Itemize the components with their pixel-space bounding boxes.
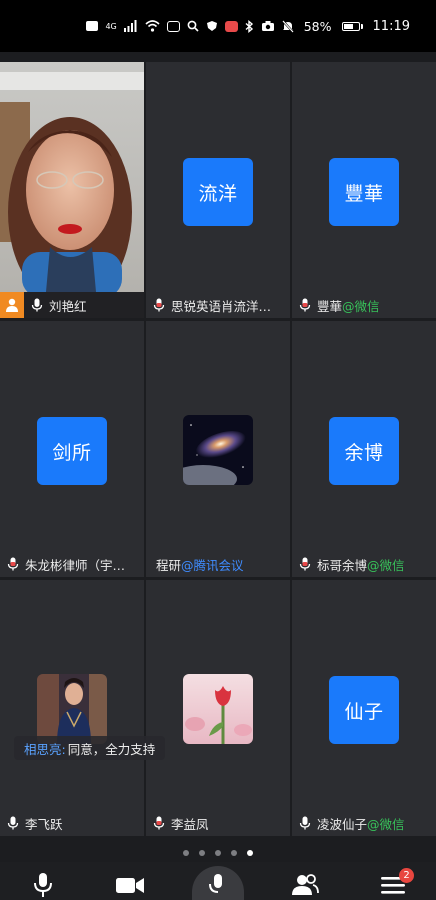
participant-tile[interactable]: 李飞跃 <box>0 580 144 836</box>
participants-button[interactable] <box>290 870 320 900</box>
mic-active-icon <box>7 816 19 830</box>
chat-message-bubble[interactable]: 相思亮: 同意，全力支持 <box>14 736 166 760</box>
app-alert-icon <box>224 20 238 32</box>
participant-name: 标哥余博 <box>317 557 368 573</box>
participant-namebar: 李益凤 <box>146 810 290 836</box>
tulip-avatar-image <box>183 674 253 744</box>
mic-active-icon <box>299 816 311 830</box>
share-icon <box>209 874 222 893</box>
portrait-avatar-image <box>37 674 107 744</box>
status-icons: 4G <box>86 19 294 33</box>
participant-source-tag: @微信 <box>367 557 405 573</box>
participant-name: 思锐英语肖流洋… <box>171 298 272 314</box>
participant-grid: 刘艳红 流洋 思锐英语肖流洋… 豐華 豐華 @微信 剑所 朱龙彬律师（宇… 程研… <box>0 62 436 836</box>
page-dot[interactable] <box>183 850 189 856</box>
participant-tile[interactable]: 豐華 豐華 @微信 <box>292 62 436 318</box>
bluetooth-icon <box>245 19 253 33</box>
network-label: 4G <box>105 21 117 31</box>
participant-video <box>0 62 144 292</box>
participant-source-tag: @微信 <box>367 816 405 832</box>
participant-avatar: 流洋 <box>183 158 253 226</box>
share-button[interactable] <box>192 866 244 900</box>
mic-active-icon <box>31 298 43 312</box>
participant-namebar: 豐華 @微信 <box>292 292 436 318</box>
participant-namebar: 程研 @腾讯会议 <box>146 551 290 577</box>
mic-muted-icon <box>153 816 165 830</box>
participant-namebar: 凌波仙子 @微信 <box>292 810 436 836</box>
mic-icon <box>34 873 52 897</box>
menu-notification-badge: 2 <box>399 868 414 883</box>
mute-icon <box>281 19 294 33</box>
participant-namebar: 标哥余博 @微信 <box>292 551 436 577</box>
chat-sender: 相思亮: <box>24 741 66 757</box>
participant-namebar: 李飞跃 <box>0 810 144 836</box>
participant-name: 李飞跃 <box>25 816 63 832</box>
page-dot[interactable] <box>199 850 205 856</box>
participant-name: 李益凤 <box>171 816 209 832</box>
battery-icon <box>341 21 363 31</box>
participant-name: 豐華 <box>317 298 343 314</box>
participants-icon <box>292 874 319 895</box>
participant-tile[interactable]: 剑所 朱龙彬律师（宇… <box>0 321 144 577</box>
video-toggle-button[interactable] <box>115 870 145 900</box>
participant-avatar: 余博 <box>329 417 399 485</box>
host-icon <box>6 298 18 312</box>
page-dot[interactable] <box>215 850 221 856</box>
page-dot-active[interactable] <box>247 850 253 856</box>
participant-tile[interactable]: 李益凤 <box>146 580 290 836</box>
participant-tile[interactable]: 流洋 思锐英语肖流洋… <box>146 62 290 318</box>
more-menu-button[interactable]: 2 <box>378 868 414 900</box>
video-camera-icon <box>116 878 144 893</box>
participant-namebar: 思锐英语肖流洋… <box>146 292 290 318</box>
signal-icon <box>123 20 137 32</box>
galaxy-avatar-image <box>183 415 253 485</box>
mic-muted-icon <box>153 298 165 312</box>
mic-muted-icon <box>7 557 19 571</box>
participant-namebar: 朱龙彬律师（宇… <box>0 551 144 577</box>
participant-source-tag: @微信 <box>342 298 380 314</box>
hd-icon <box>86 21 99 31</box>
host-badge <box>0 292 24 318</box>
participant-avatar: 仙子 <box>329 676 399 744</box>
participant-name: 朱龙彬律师（宇… <box>25 557 126 573</box>
participant-tile[interactable]: 程研 @腾讯会议 <box>146 321 290 577</box>
participant-name: 刘艳红 <box>49 298 87 314</box>
participant-namebar: 刘艳红 <box>0 292 144 318</box>
participant-avatar: 剑所 <box>37 417 107 485</box>
chat-text: 同意，全力支持 <box>67 741 156 757</box>
participant-tile[interactable]: 仙子 凌波仙子 @微信 <box>292 580 436 836</box>
participant-tile[interactable]: 余博 标哥余博 @微信 <box>292 321 436 577</box>
participant-name: 程研 <box>156 557 182 573</box>
wifi-icon <box>145 20 160 32</box>
mic-muted-icon <box>299 298 311 312</box>
meeting-toolbar: 2 <box>0 862 436 900</box>
status-bar: 4G 58% 11:19 <box>0 0 436 52</box>
notification-icon <box>166 20 180 32</box>
participant-tile[interactable]: 刘艳红 <box>0 62 144 318</box>
battery-percent: 58% <box>303 18 332 34</box>
search-app-icon <box>187 20 199 32</box>
mic-muted-icon <box>299 557 311 571</box>
clock: 11:19 <box>372 18 410 34</box>
shield-icon <box>206 21 217 31</box>
participant-name: 凌波仙子 <box>317 816 368 832</box>
page-dot[interactable] <box>231 850 237 856</box>
mic-toggle-button[interactable] <box>28 870 58 900</box>
page-indicator[interactable] <box>0 850 436 856</box>
participant-avatar: 豐華 <box>329 158 399 226</box>
participant-source-tag: @腾讯会议 <box>181 557 244 573</box>
camera-icon <box>261 21 274 31</box>
